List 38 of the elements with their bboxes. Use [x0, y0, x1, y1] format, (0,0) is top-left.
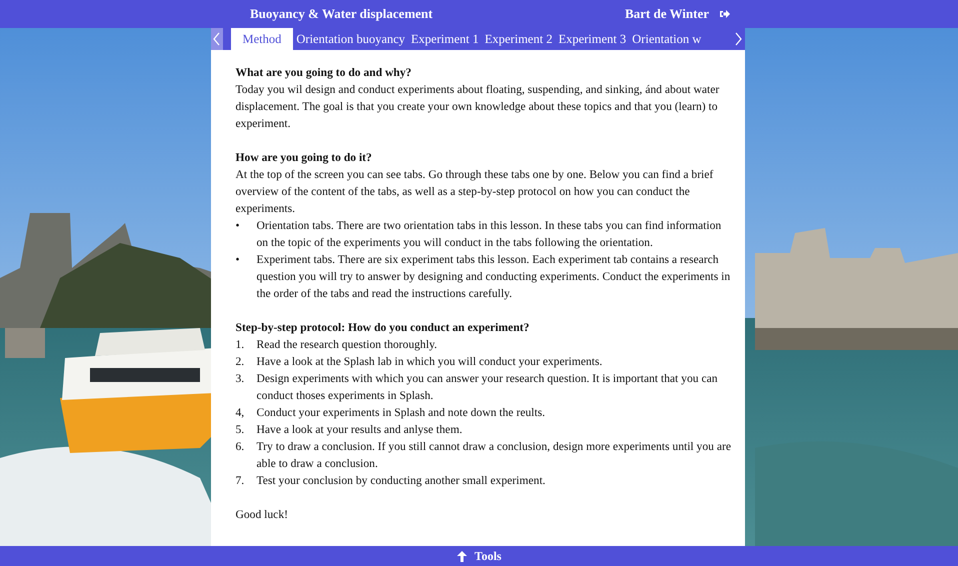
- list-item-text: Conduct your experiments in Splash and note down the reults.: [256, 405, 546, 421]
- tab[interactable]: Experiment 3: [555, 28, 630, 50]
- logout-icon[interactable]: [719, 9, 730, 19]
- list-item-text: Test your conclusion by conducting another small experiment.: [256, 473, 546, 489]
- list-marker: •: [236, 252, 241, 268]
- chevron-right-icon: [735, 32, 742, 46]
- list-marker: 4,: [236, 405, 246, 421]
- list-marker: 6.: [236, 439, 246, 455]
- paragraph: Today you wil design and conduct experiments about floating, suspending, and sinking, ánd about water displacement. The goal is that you create your own knowledge about these topics and that you (learn) to experiment.: [236, 82, 720, 132]
- list-item-text: Read the research question thoroughly.: [256, 337, 438, 353]
- section-heading: Step-by-step protocol: How do you conduct an experiment?: [236, 320, 530, 336]
- list-marker: 5.: [236, 422, 246, 438]
- tab[interactable]: Experiment 2: [482, 28, 556, 50]
- tab[interactable]: Experiment 1: [408, 28, 482, 50]
- paragraph: At the top of the screen you can see tabs. Go through these tabs one by one. Below you can find a brief overview of the content of the tabs, as well as a step-by-step protocol on how you can conduct the experiments.: [236, 167, 714, 217]
- list-item-text: Try to draw a conclusion. If you still cannot draw a conclusion, design more experiments until you are able to draw a conclusion.: [256, 439, 732, 472]
- course-title: Buoyancy & Water displacement: [250, 6, 433, 22]
- tools-button[interactable]: Tools: [452, 546, 506, 566]
- list-item-text: Have a look at your results and anlyse them.: [256, 422, 462, 438]
- list-item-text: Design experiments with which you can answer your research question. It is important that you can conduct thoses experiments in Splash.: [256, 371, 719, 404]
- tab[interactable]: Orientation buoyancy: [293, 28, 408, 50]
- section-heading: What are you going to do and why?: [236, 65, 412, 81]
- scroll-left-button[interactable]: [210, 28, 222, 50]
- list-item-text: Orientation tabs. There are two orientation tabs in this lesson. In these tabs you can find information on the topic of the experiments you will conduct in the tabs following the orientation.: [256, 218, 722, 251]
- list-marker: 2.: [236, 354, 246, 370]
- section-heading: How are you going to do it?: [236, 150, 373, 166]
- tab[interactable]: Method: [230, 28, 294, 50]
- paragraph: Good luck!: [236, 507, 289, 523]
- list-marker: •: [236, 218, 241, 234]
- arrow-up-icon: [456, 550, 467, 562]
- list-item-text: Experiment tabs. There are six experiment tabs this lesson. Each experiment tab contains a research question you will try to answer by designing and conducting experiments. Conduct the experiments in the order of the tabs and read the instructions carefully.: [256, 252, 732, 302]
- user-name: Bart de Winter: [624, 6, 709, 22]
- list-marker: 7.: [236, 473, 246, 489]
- list-marker: 3.: [236, 371, 246, 387]
- tab[interactable]: Orientation w: [629, 28, 704, 50]
- list-marker: 1.: [236, 337, 246, 353]
- list-item-text: Have a look at the Splash lab in which you will conduct your experiments.: [256, 354, 602, 370]
- chevron-left-icon: [213, 32, 220, 46]
